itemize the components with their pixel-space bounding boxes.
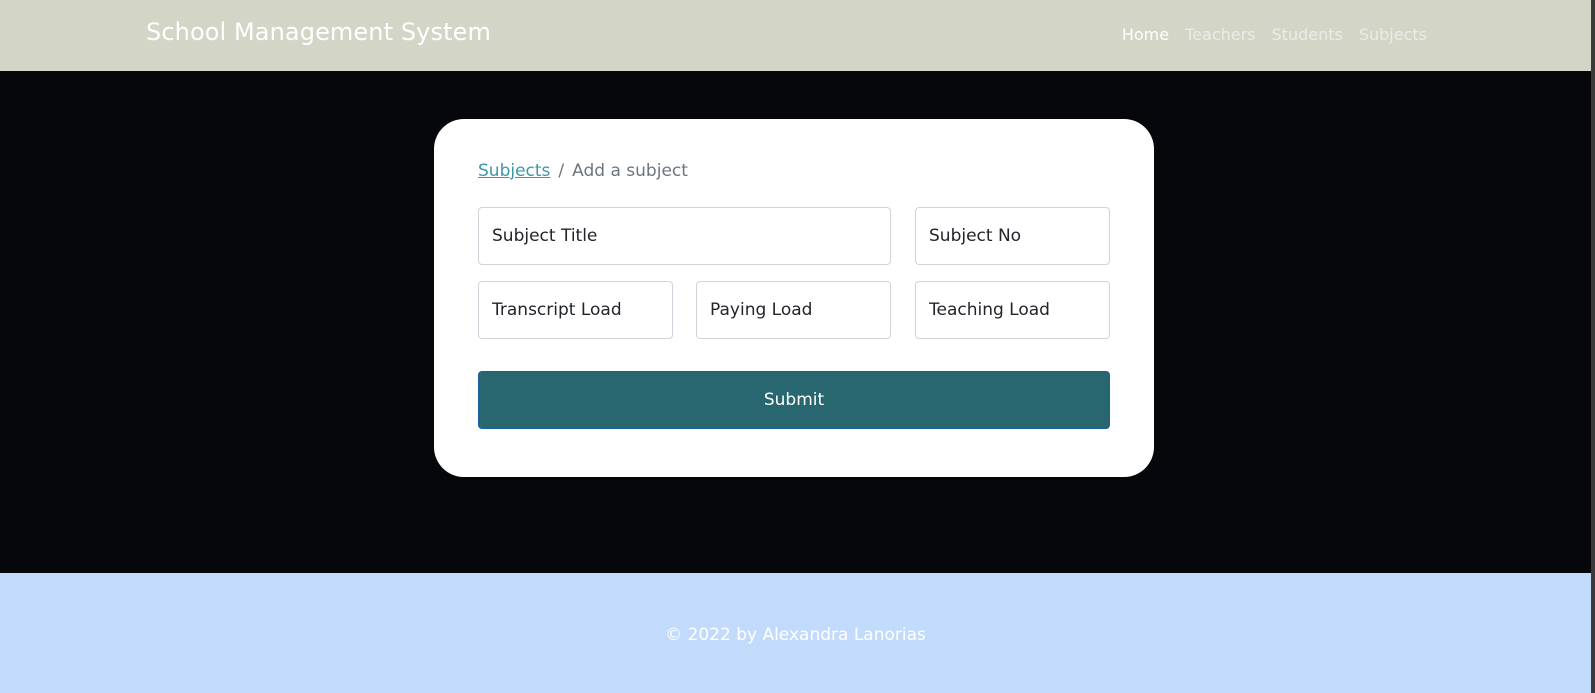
transcript-load-input[interactable] xyxy=(478,281,673,339)
paying-load-input[interactable] xyxy=(696,281,891,339)
scrollbar[interactable] xyxy=(1591,0,1595,693)
footer: © 2022 by Alexandra Lanorias xyxy=(0,573,1591,693)
navbar: School Management System Home Teachers S… xyxy=(0,0,1591,71)
breadcrumb-separator: / xyxy=(558,161,565,181)
footer-copyright: © 2022 by Alexandra Lanorias xyxy=(665,625,926,645)
subject-title-input[interactable] xyxy=(478,207,891,265)
nav-subjects[interactable]: Subjects xyxy=(1351,25,1435,44)
nav-teachers[interactable]: Teachers xyxy=(1177,25,1263,44)
add-subject-card: Subjects / Add a subject Submit xyxy=(434,119,1154,477)
brand-title[interactable]: School Management System xyxy=(146,18,491,46)
teaching-load-input[interactable] xyxy=(915,281,1110,339)
nav-links: Home Teachers Students Subjects xyxy=(1114,25,1435,44)
nav-home[interactable]: Home xyxy=(1114,25,1177,44)
submit-button[interactable]: Submit xyxy=(478,371,1110,429)
breadcrumb-current: Add a subject xyxy=(572,161,688,181)
nav-students[interactable]: Students xyxy=(1264,25,1351,44)
subject-no-input[interactable] xyxy=(915,207,1110,265)
breadcrumb: Subjects / Add a subject xyxy=(478,161,688,181)
breadcrumb-subjects-link[interactable]: Subjects xyxy=(478,161,550,181)
